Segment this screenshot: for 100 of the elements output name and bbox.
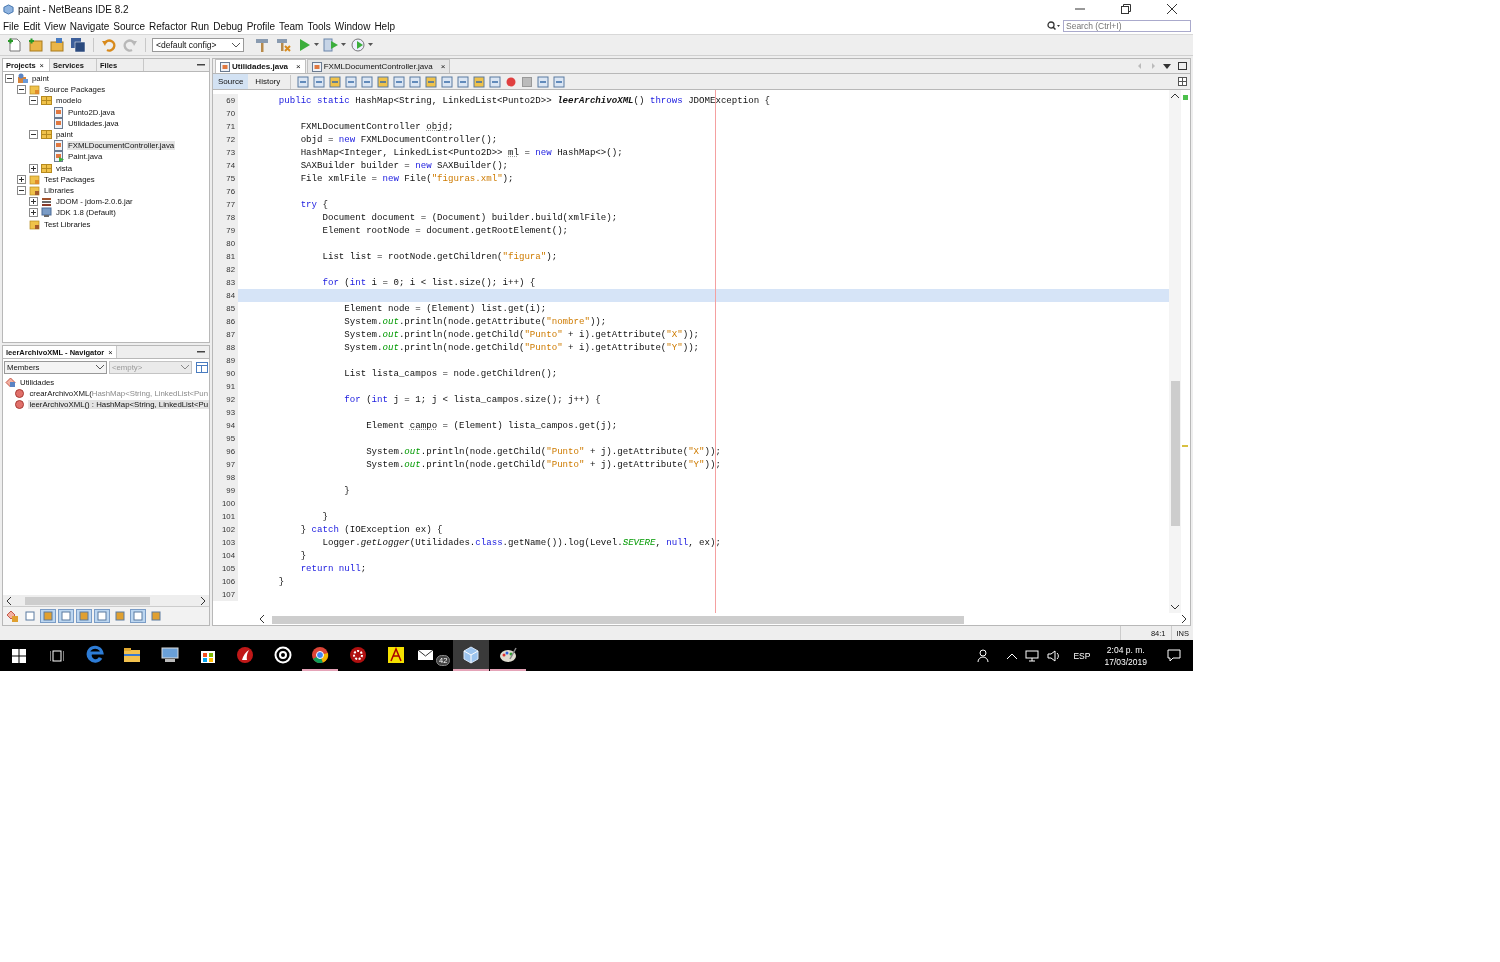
scroll-left-icon[interactable]	[259, 615, 265, 623]
toggle-icon[interactable]	[329, 75, 342, 88]
menu-item[interactable]: Window	[333, 20, 374, 32]
expand-toggle[interactable]	[29, 130, 38, 140]
next-bookmark-icon[interactable]	[441, 75, 454, 88]
search-icon[interactable]	[1047, 21, 1061, 31]
expand-toggle[interactable]	[29, 96, 38, 106]
profile-icon[interactable]	[350, 37, 366, 53]
uncomment-icon[interactable]	[553, 75, 566, 88]
menu-item[interactable]: Navigate	[68, 20, 113, 32]
minimize-icon[interactable]	[197, 351, 205, 353]
clean-build-icon[interactable]	[275, 37, 291, 53]
caret-icon[interactable]	[95, 365, 104, 370]
split-icon[interactable]	[1178, 77, 1187, 86]
save-all-icon[interactable]	[70, 37, 86, 53]
chevron-up-icon[interactable]	[1007, 652, 1018, 659]
dropdown-icon[interactable]	[1163, 63, 1171, 69]
close-icon[interactable]	[1167, 4, 1177, 14]
shift-right-icon[interactable]	[489, 75, 502, 88]
notification-icon[interactable]	[1167, 649, 1181, 662]
expand-toggle[interactable]	[29, 208, 38, 218]
comment-icon[interactable]	[537, 75, 550, 88]
open-project-icon[interactable]	[49, 37, 65, 53]
windows-logo-icon[interactable]	[12, 648, 26, 663]
task-view-icon[interactable]	[50, 648, 64, 663]
computer-icon[interactable]	[160, 644, 180, 665]
taskbar-app[interactable]	[452, 640, 489, 671]
menu-item[interactable]: Source	[112, 20, 148, 32]
scrollbar-thumb[interactable]	[25, 597, 150, 605]
menu-item[interactable]: Refactor	[148, 20, 190, 32]
expand-toggle[interactable]	[5, 74, 14, 84]
bookmark-icon[interactable]	[457, 75, 470, 88]
previous-bookmark-icon[interactable]	[425, 75, 438, 88]
scroll-down-icon[interactable]	[1171, 604, 1179, 610]
volume-icon[interactable]	[1047, 649, 1062, 662]
highlight-icon[interactable]	[393, 75, 406, 88]
clock-date[interactable]: 17/03/2019	[1104, 656, 1147, 667]
find-icon[interactable]	[345, 75, 358, 88]
view-tab[interactable]: Source	[213, 74, 249, 89]
warning-marker	[1182, 445, 1188, 447]
location-icon[interactable]	[313, 75, 326, 88]
expand-toggle[interactable]	[29, 197, 38, 207]
class-icon[interactable]	[6, 609, 20, 623]
menu-item[interactable]: Run	[189, 20, 213, 32]
search-field[interactable]: Search (Ctrl+I)	[1063, 20, 1191, 32]
expand-toggle[interactable]	[29, 163, 38, 173]
caret-icon[interactable]	[314, 43, 319, 47]
people-icon[interactable]	[977, 648, 992, 663]
cube-icon[interactable]	[460, 644, 481, 665]
menu-item[interactable]: Team	[278, 20, 307, 32]
expand-toggle[interactable]	[17, 185, 26, 195]
class-icon	[5, 377, 16, 389]
flame-icon[interactable]	[235, 644, 256, 665]
restore-icon[interactable]	[1121, 4, 1131, 14]
java-file-icon[interactable]	[311, 61, 322, 72]
minimize-icon[interactable]	[197, 64, 205, 66]
scrollbar-thumb[interactable]	[272, 615, 964, 624]
new-file-icon[interactable]	[7, 37, 23, 53]
gear-icon[interactable]	[347, 644, 368, 665]
caret-icon[interactable]	[232, 42, 240, 48]
menu-item[interactable]: Debug	[212, 20, 246, 32]
menu-item[interactable]: Help	[373, 20, 398, 32]
expand-toggle[interactable]	[17, 174, 26, 184]
history-icon[interactable]	[297, 75, 310, 88]
view-tab[interactable]: History	[250, 74, 286, 89]
menu-item[interactable]: Tools	[306, 20, 334, 32]
record-icon[interactable]	[505, 75, 518, 88]
caret-icon[interactable]	[341, 43, 346, 47]
find-next-icon[interactable]	[377, 75, 390, 88]
layout-icon[interactable]	[196, 362, 208, 373]
editor-tab[interactable]: FXMLDocumentController.java ×	[306, 59, 451, 73]
clock-time[interactable]: 2:04 p. m.	[1106, 644, 1145, 655]
hammer-icon[interactable]	[254, 37, 270, 53]
config-dropdown[interactable]: <default config>	[152, 38, 244, 52]
app-icon[interactable]	[385, 644, 406, 665]
shift-left-icon[interactable]	[473, 75, 486, 88]
expand-toggle[interactable]	[17, 85, 26, 95]
package-icon	[41, 129, 52, 141]
library-folder-icon	[29, 218, 40, 230]
menu-item[interactable]: Profile	[245, 20, 278, 32]
java-file-icon[interactable]	[220, 61, 230, 72]
menu-item[interactable]: Edit	[22, 20, 44, 32]
selection-icon[interactable]	[409, 75, 422, 88]
maximize-icon[interactable]	[1178, 62, 1187, 70]
find-previous-icon[interactable]	[361, 75, 374, 88]
scroll-up-icon[interactable]	[1171, 93, 1179, 99]
menu-item[interactable]: View	[43, 20, 69, 32]
input-language[interactable]: ESP	[1073, 650, 1091, 661]
scroll-right-icon[interactable]	[200, 596, 206, 605]
new-project-icon[interactable]	[28, 37, 44, 53]
scroll-left-icon[interactable]	[6, 596, 12, 605]
code-line: File xmlFile = new File("figuras.xml");	[299, 173, 514, 184]
caret-icon[interactable]	[368, 43, 373, 47]
scroll-right-icon[interactable]	[1181, 615, 1187, 623]
browser-icon[interactable]	[310, 644, 331, 665]
editor-tab[interactable]: Utilidades.java ×	[215, 59, 306, 73]
ring-icon[interactable]	[272, 644, 293, 665]
menu-item[interactable]: File	[2, 20, 23, 32]
network-icon[interactable]	[1025, 649, 1040, 662]
scrollbar-thumb[interactable]	[1171, 381, 1180, 527]
